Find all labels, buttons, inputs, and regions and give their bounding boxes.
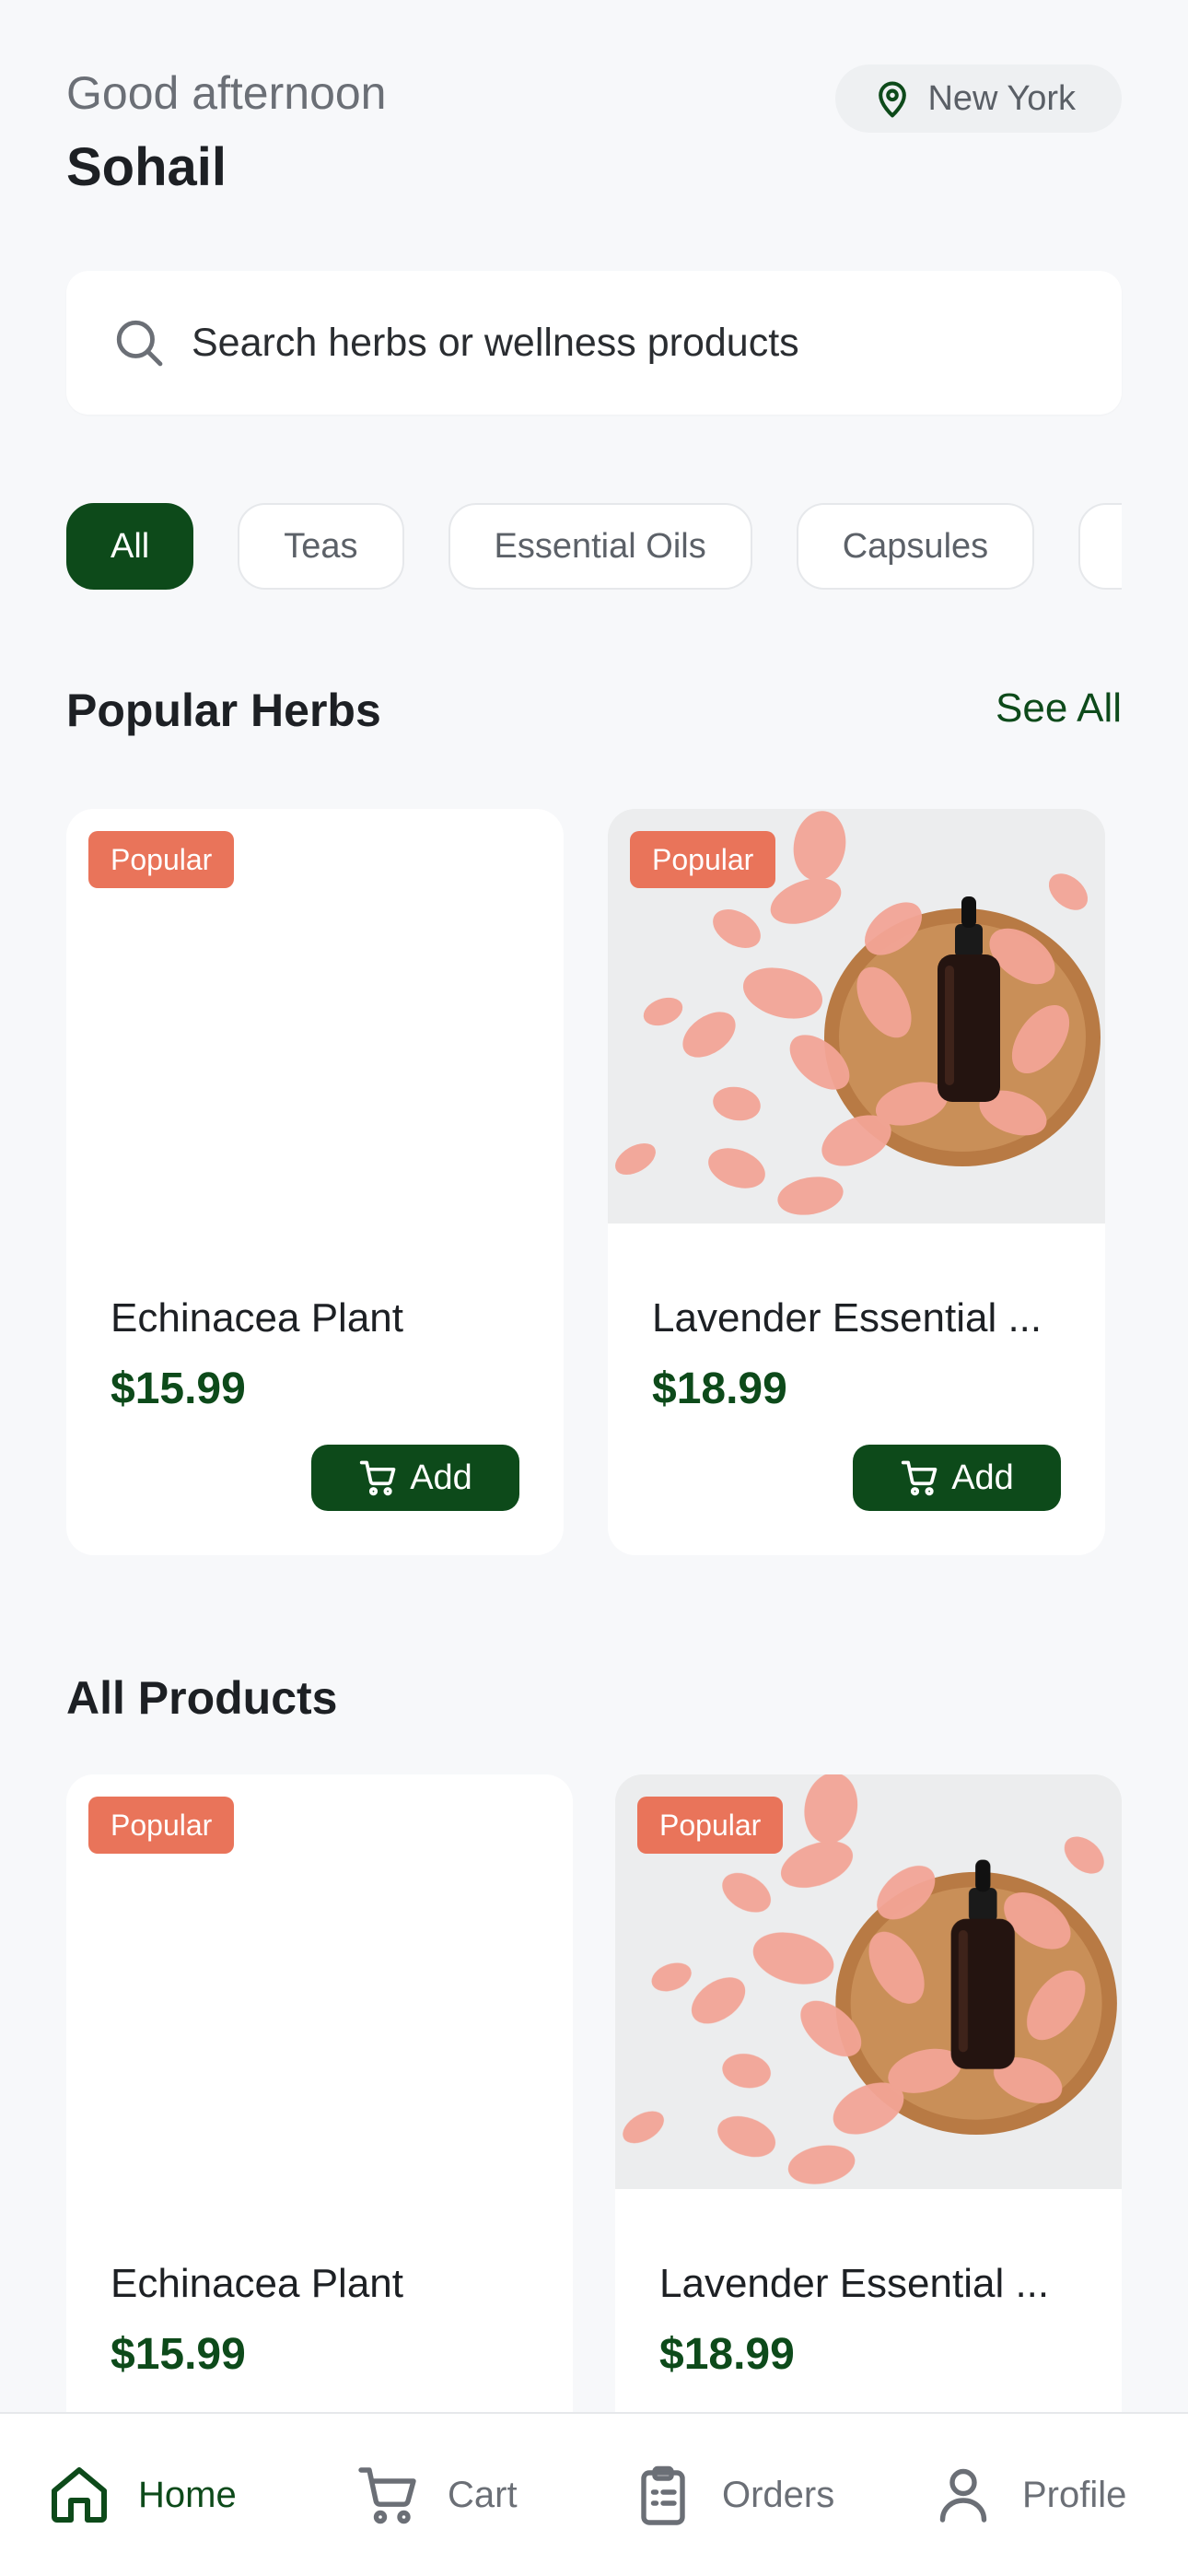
nav-orders-label: Orders <box>722 2474 835 2515</box>
add-label: Add <box>410 1458 472 1497</box>
product-name: Lavender Essential ... <box>652 1295 1042 1341</box>
nav-home[interactable]: Home <box>46 2460 237 2530</box>
popular-badge: Popular <box>630 831 776 888</box>
product-card[interactable]: Popular Echinacea Plant $15.99 Add <box>66 809 564 1555</box>
chip-essential-oils[interactable]: Essential Oils <box>448 503 752 590</box>
home-icon <box>52 2467 107 2523</box>
search-input[interactable] <box>192 320 1020 366</box>
product-price: $18.99 <box>659 2330 795 2379</box>
product-name: Echinacea Plant <box>111 2261 403 2306</box>
nav-home-label: Home <box>138 2474 237 2515</box>
popular-badge: Popular <box>88 1797 235 1854</box>
category-chips: All Teas Essential Oils Capsules <box>66 503 1122 591</box>
nav-profile[interactable]: Profile <box>930 2460 1126 2530</box>
add-to-cart-button[interactable]: Add <box>853 1445 1061 1511</box>
search-icon <box>116 320 163 367</box>
nav-cart[interactable]: Cart <box>355 2460 518 2530</box>
nav-cart-label: Cart <box>448 2474 518 2515</box>
bottom-nav: Home Cart Orders Profile <box>0 2412 1188 2576</box>
product-name: Echinacea Plant <box>111 1295 403 1341</box>
product-name: Lavender Essential ... <box>659 2261 1050 2306</box>
greeting-text: Good afternoon <box>66 67 387 119</box>
product-price: $15.99 <box>111 2330 246 2379</box>
cart-icon <box>360 1460 396 1496</box>
add-to-cart-button[interactable]: Add <box>311 1445 519 1511</box>
chip-teas[interactable]: Teas <box>238 503 404 590</box>
location-label: New York <box>927 78 1076 118</box>
username: Sohail <box>66 137 227 197</box>
location-selector[interactable]: New York <box>835 64 1122 133</box>
popular-herbs-title: Popular Herbs <box>66 685 381 736</box>
all-products-title: All Products <box>66 1672 338 1724</box>
app-screen: Good afternoon Sohail New York All Teas … <box>0 0 1188 2576</box>
chip-more[interactable] <box>1078 503 1122 590</box>
cart-icon <box>902 1460 938 1496</box>
product-card[interactable]: Popular Echinacea Plant $15.99 <box>66 1774 573 2475</box>
clipboard-icon <box>641 2465 685 2525</box>
nav-profile-label: Profile <box>1022 2474 1127 2515</box>
see-all-link[interactable]: See All <box>996 685 1122 732</box>
location-pin-icon <box>879 81 907 118</box>
search-bar[interactable] <box>66 271 1122 415</box>
product-price: $15.99 <box>111 1364 246 1413</box>
popular-badge: Popular <box>637 1797 784 1854</box>
product-card[interactable]: Popular Lavender Essential ... $18.99 Ad… <box>608 809 1105 1555</box>
nav-orders[interactable]: Orders <box>630 2460 834 2530</box>
popular-badge: Popular <box>88 831 235 888</box>
add-label: Add <box>951 1458 1014 1497</box>
product-card[interactable]: Popular Lavender Essential ... $18.99 <box>615 1774 1122 2475</box>
chip-capsules[interactable]: Capsules <box>796 503 1035 590</box>
profile-icon <box>939 2468 987 2523</box>
product-price: $18.99 <box>652 1364 787 1413</box>
chip-all[interactable]: All <box>66 503 194 590</box>
cart-icon <box>358 2467 416 2524</box>
